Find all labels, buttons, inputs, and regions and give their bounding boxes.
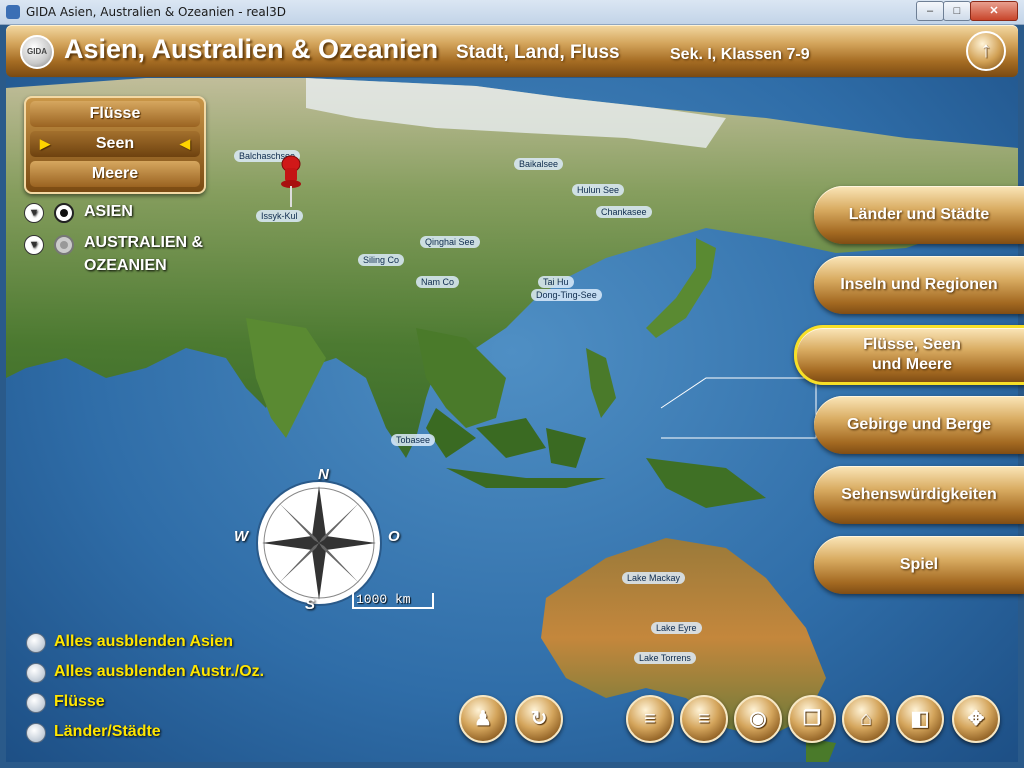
label-dongting[interactable]: Dong-Ting-See <box>531 289 602 301</box>
gida-logo: GIDA <box>20 35 54 69</box>
home-button[interactable]: ⌂ <box>842 695 890 743</box>
menu-fluesse-label-2: und Meere <box>871 356 952 373</box>
menu-fluesse-label-1: Flüsse, Seen <box>863 336 961 353</box>
option-checkbox[interactable] <box>26 693 46 713</box>
region-toggle-asien[interactable]: ▼ ASIEN <box>24 201 224 225</box>
app-icon <box>6 5 20 19</box>
arrow-right-icon: ▶ <box>40 136 50 151</box>
category-seen-label: Seen <box>95 135 135 152</box>
label-siling[interactable]: Siling Co <box>358 254 405 266</box>
label-lake-torrens[interactable]: Lake Torrens <box>634 652 696 664</box>
compass-south: S <box>305 596 316 613</box>
menu-spiel[interactable]: Spiel <box>814 536 1024 594</box>
category-fluesse[interactable]: Flüsse <box>30 101 200 127</box>
copy-button[interactable]: ❐ <box>788 695 836 743</box>
label-lake-eyre[interactable]: Lake Eyre <box>651 622 702 634</box>
window-mode-button[interactable]: ◧ <box>896 695 944 743</box>
label-taihu[interactable]: Tai Hu <box>538 276 574 288</box>
label-khanka[interactable]: Chankasee <box>596 206 652 218</box>
menu-laender-staedte[interactable]: Länder und Städte <box>814 186 1024 244</box>
chevron-down-icon[interactable]: ▼ <box>24 203 44 223</box>
app-header: GIDA Asien, Australien & Ozeanien Stadt,… <box>6 25 1018 77</box>
menu-gebirge-berge[interactable]: Gebirge und Berge <box>814 396 1024 454</box>
close-button[interactable]: ✕ <box>970 1 1018 21</box>
option-checkbox[interactable] <box>26 723 46 743</box>
region-label-australien: AUSTRALIEN & <box>84 234 204 251</box>
menu-sehenswuerdigkeiten[interactable]: Sehenswürdigkeiten <box>814 466 1024 524</box>
arrow-left-icon: ◀ <box>180 136 190 151</box>
minimize-button[interactable]: – <box>916 1 944 21</box>
chevron-down-icon[interactable]: ▼ <box>24 235 44 255</box>
map-pin-icon[interactable] <box>276 152 306 212</box>
list-button-1[interactable]: ≡ <box>626 695 674 743</box>
menu-fluesse-seen-meere[interactable]: Flüsse, Seen und Meere <box>794 325 1024 385</box>
menu-inseln-regionen[interactable]: Inseln und Regionen <box>814 256 1024 314</box>
compass-rose-icon <box>256 480 382 606</box>
up-arrow-button[interactable]: ↑ <box>966 31 1006 71</box>
move-button[interactable]: ✥ <box>952 695 1000 743</box>
app-level: Sek. I, Klassen 7-9 <box>670 46 810 63</box>
region-radio-asien[interactable] <box>54 203 74 223</box>
region-toggle-australien[interactable]: ▼ AUSTRALIEN & OZEANIEN <box>24 233 224 279</box>
joystick-button[interactable]: ♟ <box>459 695 507 743</box>
label-tobasee[interactable]: Tobasee <box>391 434 436 446</box>
maximize-button[interactable]: □ <box>943 1 971 21</box>
compass-north: N <box>318 466 329 483</box>
label-qinghai[interactable]: Qinghai See <box>420 236 480 248</box>
region-label-ozeanien: OZEANIEN <box>84 257 167 274</box>
camera-button[interactable]: ◉ <box>734 695 782 743</box>
label-baikal[interactable]: Baikalsee <box>514 158 564 170</box>
region-label-asien: ASIEN <box>84 203 133 220</box>
option-checkbox[interactable] <box>26 633 46 653</box>
option-checkbox[interactable] <box>26 663 46 683</box>
category-selector: Flüsse ▶ Seen ◀ Meere <box>24 96 206 194</box>
label-namco[interactable]: Nam Co <box>416 276 460 288</box>
app-title: Asien, Australien & Ozeanien <box>64 34 439 64</box>
window-title: GIDA Asien, Australien & Ozeanien - real… <box>26 5 286 19</box>
compass-east: O <box>388 528 400 545</box>
label-lake-mackay[interactable]: Lake Mackay <box>622 572 686 584</box>
label-hulun[interactable]: Hulun See <box>572 184 625 196</box>
reset-view-button[interactable]: ↻ <box>515 695 563 743</box>
option-label: Flüsse <box>54 693 105 710</box>
option-label: Länder/Städte <box>54 723 161 740</box>
window-titlebar: GIDA Asien, Australien & Ozeanien - real… <box>0 0 1024 25</box>
option-label: Alles ausblenden Asien <box>54 633 234 650</box>
list-button-2[interactable]: ≡ <box>680 695 728 743</box>
category-meere[interactable]: Meere <box>30 161 200 187</box>
option-label: Alles ausblenden Austr./Oz. <box>54 663 265 680</box>
compass-west: W <box>234 528 249 545</box>
app-subtitle: Stadt, Land, Fluss <box>456 42 620 63</box>
category-seen-selected[interactable]: ▶ Seen ◀ <box>30 131 200 157</box>
scale-label: 1000 km <box>356 592 411 607</box>
region-radio-australien[interactable] <box>54 235 74 255</box>
